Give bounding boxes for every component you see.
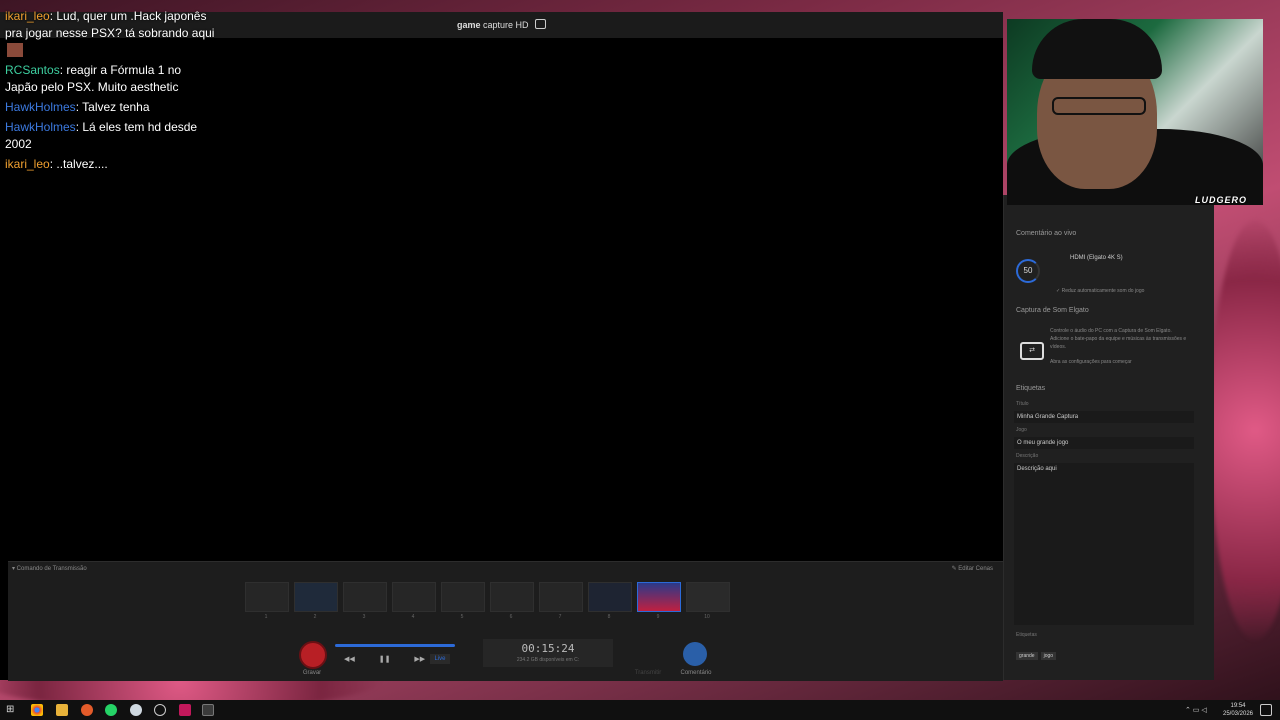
scene-thumb-3[interactable] <box>343 582 387 612</box>
person-glasses <box>1052 97 1146 115</box>
chat-user: HawkHolmes <box>5 100 76 114</box>
chat-overlay: ikari_leo: Lud, quer um .Hack japonês pr… <box>5 8 215 176</box>
chrome-icon[interactable] <box>31 704 43 716</box>
scene-thumb-5[interactable] <box>441 582 485 612</box>
elapsed-time: 00:15:24 <box>521 642 575 655</box>
sound-capture-description: Controle o áudio do PC com a Captura de … <box>1050 328 1187 350</box>
channel-logo: LUDGERO <box>1195 195 1247 205</box>
dial-value: 50 <box>1023 266 1033 275</box>
scene-number: 2 <box>313 614 317 620</box>
sound-capture-title[interactable]: Captura de Som Elgato <box>1016 307 1089 314</box>
system-tray-icons[interactable]: ⌃ ▭ ◁ <box>1185 706 1207 714</box>
tags-section-title: Etiquetas <box>1016 385 1046 392</box>
chat-user: ikari_leo <box>5 9 50 23</box>
edit-scenes-button[interactable]: ✎ Editar Cenas <box>952 565 993 572</box>
tag[interactable]: grande <box>1016 652 1038 660</box>
title-field[interactable]: Minha Grande Captura <box>1014 411 1194 423</box>
settings-panel: Comentário ao vivo 50 HDMI (Elgato 4K S)… <box>1003 195 1214 680</box>
time-display: 00:15:24 234.2 GB disponíveis em C: <box>483 639 613 667</box>
tags-label: Etiquetas <box>1016 632 1037 638</box>
scene-number: 9 <box>656 614 660 620</box>
scene-thumb-6[interactable] <box>490 582 534 612</box>
app-title-rest: capture HD <box>482 20 529 30</box>
start-icon[interactable]: ⊞ <box>6 704 18 716</box>
stream-label: Transmitir <box>634 670 662 676</box>
taskbar: ⊞ ⌃ ▭ ◁ 19:54 25/03/2026 <box>0 700 1280 720</box>
timeline-bar[interactable] <box>335 644 455 647</box>
chat-message: HawkHolmes: Lá eles tem hd desde 2002 <box>5 119 215 153</box>
scene-number: 1 <box>264 614 268 620</box>
tag[interactable]: jogo <box>1040 652 1057 660</box>
record-button[interactable] <box>299 641 327 669</box>
audio-source-select[interactable]: HDMI (Elgato 4K S) <box>1070 255 1123 261</box>
description-field[interactable]: Descrição aqui <box>1014 463 1194 625</box>
wallpaper-flowers <box>1210 220 1280 640</box>
chat-message: RCSantos: reagir a Fórmula 1 no Japão pe… <box>5 62 215 96</box>
chat-text: : Talvez tenha <box>75 100 150 114</box>
clock-time: 19:54 <box>1230 703 1246 709</box>
title-label: Título <box>1016 401 1029 407</box>
commentary-button[interactable] <box>683 642 707 666</box>
scene-number: 10 <box>704 614 710 620</box>
game-label: Jogo <box>1016 427 1027 433</box>
scene-number: 8 <box>607 614 611 620</box>
app-icon-circle[interactable] <box>154 704 166 716</box>
scene-number: 3 <box>362 614 366 620</box>
scene-number: 5 <box>460 614 464 620</box>
live-button[interactable]: Live <box>430 654 450 664</box>
person-cap <box>1032 19 1162 79</box>
scene-number: 6 <box>509 614 513 620</box>
disk-space: 234.2 GB disponíveis em C: <box>516 657 580 663</box>
description-label: Descrição <box>1016 453 1039 459</box>
game-field[interactable]: O meu grande jogo <box>1014 437 1194 449</box>
scene-thumb-10[interactable] <box>686 582 730 612</box>
chat-user: RCSantos <box>5 63 60 77</box>
scene-number: 4 <box>411 614 415 620</box>
chat-message: HawkHolmes: Talvez tenha <box>5 99 215 116</box>
reduce-game-audio-checkbox[interactable]: ✓ Reduz automaticamente som do jogo <box>1056 288 1144 294</box>
whatsapp-icon[interactable] <box>105 704 117 716</box>
taskbar-clock[interactable]: 19:54 25/03/2026 <box>1218 702 1258 718</box>
rewind-icon[interactable]: ◀◀ <box>344 655 355 663</box>
tag-list: grande jogo <box>1016 644 1059 662</box>
chat-user: HawkHolmes <box>5 120 76 134</box>
game-capture-taskbar-icon[interactable] <box>202 704 214 716</box>
scene-thumb-2[interactable] <box>294 582 338 612</box>
record-label: Gravar <box>302 670 322 676</box>
app-icon-gray[interactable] <box>130 704 142 716</box>
scene-thumb-7[interactable] <box>539 582 583 612</box>
app-icon-orange[interactable] <box>81 704 93 716</box>
chat-message: ikari_leo: Lud, quer um .Hack japonês pr… <box>5 8 215 59</box>
clock-date: 25/03/2026 <box>1222 711 1254 717</box>
scene-thumb-4[interactable] <box>392 582 436 612</box>
chat-user: ikari_leo <box>5 157 50 171</box>
volume-dial[interactable]: 50 <box>1016 259 1040 283</box>
live-comment-title[interactable]: Comentário ao vivo <box>1016 230 1076 237</box>
capture-icon[interactable] <box>535 19 547 29</box>
command-header[interactable]: ▾ Comando de Transmissão <box>12 565 87 572</box>
file-explorer-icon[interactable] <box>56 704 68 716</box>
scene-thumb-8[interactable] <box>588 582 632 612</box>
app-title-bold: game <box>456 20 481 30</box>
commentary-label: Comentário <box>680 670 712 676</box>
webcam-feed <box>1007 19 1263 205</box>
scene-thumb-9[interactable] <box>637 582 681 612</box>
forward-icon[interactable]: ▶▶ <box>414 655 425 663</box>
sound-capture-icon: ⇄ <box>1020 342 1044 360</box>
pause-icon[interactable]: ❚❚ <box>379 655 391 663</box>
app-icon-pink[interactable] <box>179 704 191 716</box>
chat-text: : ..talvez.... <box>49 157 108 171</box>
scene-number: 7 <box>558 614 562 620</box>
scene-thumb-1[interactable] <box>245 582 289 612</box>
stream-command-panel: ▾ Comando de Transmissão ✎ Editar Cenas … <box>8 561 1003 681</box>
notification-icon[interactable] <box>1260 704 1272 716</box>
sound-capture-link[interactable]: Abra as configurações para começar <box>1050 359 1132 365</box>
chat-message: ikari_leo: ..talvez.... <box>5 156 215 173</box>
emote-icon <box>7 43 23 57</box>
